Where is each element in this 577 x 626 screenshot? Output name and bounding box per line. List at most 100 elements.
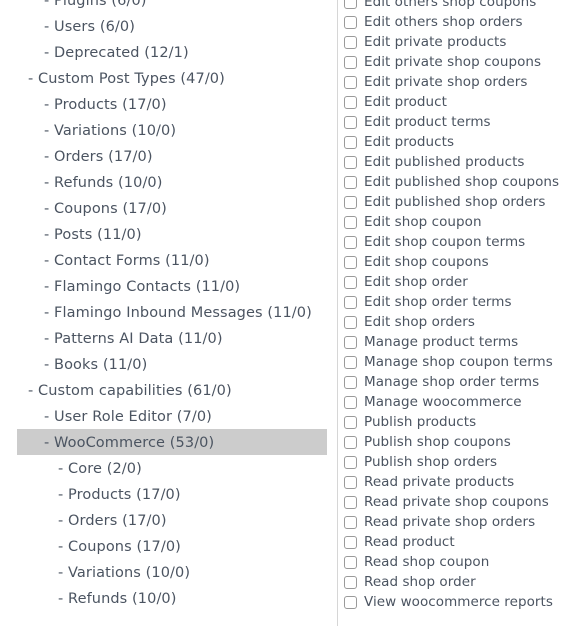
checkbox-icon[interactable]: [344, 335, 357, 349]
capability-row[interactable]: Edit shop coupon terms: [344, 232, 577, 252]
capability-label[interactable]: Edit product: [364, 92, 447, 112]
capability-label[interactable]: Edit shop coupons: [364, 252, 489, 272]
capability-label[interactable]: Publish shop coupons: [364, 432, 511, 452]
capability-row[interactable]: View woocommerce reports: [344, 592, 577, 612]
capability-label[interactable]: Edit published shop orders: [364, 192, 545, 212]
capability-row[interactable]: Read shop coupon: [344, 552, 577, 572]
checkbox-icon[interactable]: [344, 535, 357, 549]
capability-row[interactable]: Manage product terms: [344, 332, 577, 352]
checkbox-icon[interactable]: [344, 95, 357, 109]
capability-label[interactable]: Edit private shop coupons: [364, 52, 541, 72]
checkbox-icon[interactable]: [344, 435, 357, 449]
capability-label[interactable]: Edit shop coupon: [364, 212, 482, 232]
checkbox-icon[interactable]: [344, 395, 357, 409]
capability-label[interactable]: Edit shop coupon terms: [364, 232, 525, 252]
tree-row[interactable]: - Patterns AI Data (11/0): [0, 325, 337, 351]
tree-row[interactable]: - Flamingo Inbound Messages (11/0): [0, 299, 337, 325]
capability-row[interactable]: Read product: [344, 532, 577, 552]
capability-row[interactable]: Read shop order: [344, 572, 577, 592]
capability-label[interactable]: Edit published products: [364, 152, 525, 172]
tree-row[interactable]: - Plugins (6/0): [0, 0, 337, 13]
tree-row[interactable]: - Posts (11/0): [0, 221, 337, 247]
capability-row[interactable]: Edit shop coupons: [344, 252, 577, 272]
capability-label[interactable]: Edit product terms: [364, 112, 491, 132]
capability-label[interactable]: Publish products: [364, 412, 476, 432]
capability-row[interactable]: Publish products: [344, 412, 577, 432]
capability-row[interactable]: Manage shop coupon terms: [344, 352, 577, 372]
capability-label[interactable]: Edit others shop orders: [364, 12, 523, 32]
checkbox-icon[interactable]: [344, 35, 357, 49]
checkbox-icon[interactable]: [344, 455, 357, 469]
capability-label[interactable]: Edit shop orders: [364, 312, 475, 332]
tree-row[interactable]: - WooCommerce (53/0): [0, 429, 337, 455]
capability-row[interactable]: Edit published shop coupons: [344, 172, 577, 192]
tree-row[interactable]: - Orders (17/0): [0, 507, 337, 533]
tree-row[interactable]: - Products (17/0): [0, 481, 337, 507]
tree-row[interactable]: - Coupons (17/0): [0, 533, 337, 559]
tree-row[interactable]: - Refunds (10/0): [0, 169, 337, 195]
capability-label[interactable]: Edit published shop coupons: [364, 172, 559, 192]
checkbox-icon[interactable]: [344, 515, 357, 529]
checkbox-icon[interactable]: [344, 415, 357, 429]
checkbox-icon[interactable]: [344, 295, 357, 309]
capability-label[interactable]: Edit private shop orders: [364, 72, 527, 92]
capability-label[interactable]: Edit others shop coupons: [364, 0, 536, 12]
tree-row[interactable]: - Books (11/0): [0, 351, 337, 377]
tree-row[interactable]: - User Role Editor (7/0): [0, 403, 337, 429]
checkbox-icon[interactable]: [344, 575, 357, 589]
capability-label[interactable]: Edit shop order: [364, 272, 468, 292]
capability-label[interactable]: Read private shop orders: [364, 512, 535, 532]
capability-row[interactable]: Publish shop orders: [344, 452, 577, 472]
checkbox-icon[interactable]: [344, 255, 357, 269]
checkbox-icon[interactable]: [344, 195, 357, 209]
tree-row[interactable]: - Core (2/0): [0, 455, 337, 481]
capability-row[interactable]: Edit product: [344, 92, 577, 112]
capability-row[interactable]: Edit private products: [344, 32, 577, 52]
capability-label[interactable]: Manage shop order terms: [364, 372, 539, 392]
capability-label[interactable]: Read shop coupon: [364, 552, 489, 572]
checkbox-icon[interactable]: [344, 55, 357, 69]
capability-row[interactable]: Edit others shop orders: [344, 12, 577, 32]
capability-row[interactable]: Edit private shop coupons: [344, 52, 577, 72]
tree-row[interactable]: - Coupons (17/0): [0, 195, 337, 221]
capability-checkbox-list[interactable]: Edit others shop coupons Edit others shop…: [344, 0, 577, 618]
capability-row[interactable]: Manage shop order terms: [344, 372, 577, 392]
checkbox-icon[interactable]: [344, 595, 357, 609]
capability-label[interactable]: Edit private products: [364, 32, 506, 52]
capability-label[interactable]: Read private products: [364, 472, 514, 492]
capability-label[interactable]: Edit shop order terms: [364, 292, 512, 312]
checkbox-icon[interactable]: [344, 375, 357, 389]
checkbox-icon[interactable]: [344, 355, 357, 369]
capability-row[interactable]: Edit published shop orders: [344, 192, 577, 212]
checkbox-icon[interactable]: [344, 115, 357, 129]
capability-row[interactable]: Read private shop orders: [344, 512, 577, 532]
capability-label[interactable]: Manage product terms: [364, 332, 518, 352]
capability-row[interactable]: Edit published products: [344, 152, 577, 172]
capability-label[interactable]: Edit products: [364, 132, 454, 152]
checkbox-icon[interactable]: [344, 495, 357, 509]
capability-label[interactable]: Read private shop coupons: [364, 492, 549, 512]
capability-row[interactable]: Manage woocommerce: [344, 392, 577, 412]
tree-row[interactable]: - Custom capabilities (61/0): [0, 377, 337, 403]
checkbox-icon[interactable]: [344, 75, 357, 89]
capability-row[interactable]: Read private shop coupons: [344, 492, 577, 512]
tree-row[interactable]: - Contact Forms (11/0): [0, 247, 337, 273]
capability-row[interactable]: Edit shop order terms: [344, 292, 577, 312]
tree-row[interactable]: - Variations (10/0): [0, 117, 337, 143]
checkbox-icon[interactable]: [344, 0, 357, 9]
checkbox-icon[interactable]: [344, 135, 357, 149]
capability-label[interactable]: Read shop order: [364, 572, 476, 592]
capability-row[interactable]: Edit shop orders: [344, 312, 577, 332]
checkbox-icon[interactable]: [344, 175, 357, 189]
capability-label[interactable]: Read product: [364, 532, 455, 552]
tree-row[interactable]: - Refunds (10/0): [0, 585, 337, 611]
tree-row[interactable]: - Products (17/0): [0, 91, 337, 117]
checkbox-icon[interactable]: [344, 315, 357, 329]
capability-row[interactable]: Publish shop coupons: [344, 432, 577, 452]
tree-row[interactable]: - Custom Post Types (47/0): [0, 65, 337, 91]
capability-row[interactable]: Edit private shop orders: [344, 72, 577, 92]
capability-row[interactable]: Edit product terms: [344, 112, 577, 132]
capability-row[interactable]: Read private products: [344, 472, 577, 492]
tree-row[interactable]: - Deprecated (12/1): [0, 39, 337, 65]
capability-label[interactable]: Publish shop orders: [364, 452, 497, 472]
